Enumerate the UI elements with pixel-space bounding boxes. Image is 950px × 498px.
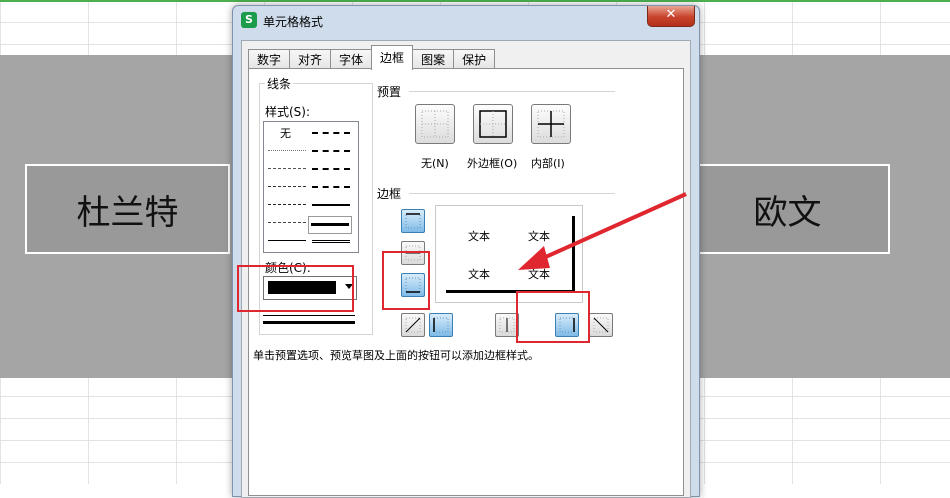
line-style-list[interactable]: 无 — [263, 121, 359, 253]
tab-pattern[interactable]: 图案 — [412, 49, 455, 70]
line-group-label: 线条 — [265, 75, 294, 92]
line-preview — [263, 313, 355, 331]
tab-border[interactable]: 边框 — [371, 45, 414, 70]
preview-text-3: 文本 — [468, 268, 490, 281]
dialog-title: 单元格格式 — [263, 15, 324, 29]
tab-font[interactable]: 字体 — [330, 49, 373, 70]
style-dotted[interactable] — [268, 168, 306, 169]
preview-text-1: 文本 — [468, 230, 490, 243]
sheet-top-border — [0, 0, 950, 2]
border-diagonal-up-button[interactable] — [401, 313, 425, 337]
top-border-icon — [405, 213, 421, 229]
border-top-button[interactable] — [401, 209, 425, 233]
preset-none-label: 无(N) — [421, 157, 449, 170]
border-group-label: 边框 — [375, 185, 404, 202]
hint-text: 单击预置选项、预览草图及上面的按钮可以添加边框样式。 — [253, 349, 539, 362]
border-diagonal-down-button[interactable] — [589, 313, 613, 337]
style-thin[interactable] — [268, 240, 306, 241]
style-hair[interactable] — [268, 150, 306, 151]
style-dash-dot-dot[interactable] — [268, 186, 306, 187]
tab-number[interactable]: 数字 — [248, 49, 291, 70]
cell-left[interactable]: 杜兰特 — [25, 164, 230, 254]
border-left-button[interactable] — [429, 313, 453, 337]
outline-border-icon — [479, 110, 507, 138]
preset-group-label: 预置 — [375, 83, 404, 100]
inside-vertical-icon — [499, 317, 515, 333]
style-medium-dashed[interactable] — [312, 186, 350, 188]
highlight-right-border-button — [516, 291, 590, 343]
cell-right[interactable]: 欧文 — [685, 164, 890, 254]
inside-border-icon — [537, 110, 565, 138]
style-double[interactable] — [312, 240, 350, 243]
highlight-bottom-border-button — [382, 251, 430, 310]
dialog-titlebar: S 单元格格式 ✕ — [233, 6, 699, 36]
preset-outline-button[interactable] — [473, 104, 513, 144]
style-dashed[interactable] — [268, 222, 306, 223]
preset-outline-label: 外边框(O) — [467, 157, 518, 170]
close-button[interactable]: ✕ — [647, 6, 695, 27]
red-arrow-icon — [518, 192, 687, 270]
tab-protection[interactable]: 保护 — [453, 49, 496, 70]
style-dash-dot[interactable] — [268, 204, 306, 205]
app-icon: S — [241, 12, 257, 28]
style-label: 样式(S): — [263, 103, 313, 120]
diagonal-down-icon — [593, 317, 609, 333]
style-none[interactable]: 无 — [280, 125, 291, 141]
style-thick-selected[interactable] — [308, 216, 352, 234]
tab-alignment[interactable]: 对齐 — [289, 49, 332, 70]
no-border-icon — [421, 110, 449, 138]
diagonal-up-icon — [405, 317, 421, 333]
preset-inside-button[interactable] — [531, 104, 571, 144]
preset-none-button[interactable] — [415, 104, 455, 144]
style-medium-dash-dot-dot[interactable] — [312, 132, 350, 134]
preset-inside-label: 内部(I) — [531, 157, 565, 170]
highlight-color-dropdown — [237, 265, 354, 312]
preset-divider — [409, 91, 615, 92]
left-border-icon — [433, 317, 449, 333]
style-medium-dash-dot[interactable] — [312, 168, 350, 170]
style-medium[interactable] — [312, 204, 350, 206]
tab-strip: 数字 对齐 字体 边框 图案 保护 — [248, 45, 496, 70]
style-slant-dash-dot[interactable] — [312, 150, 350, 152]
